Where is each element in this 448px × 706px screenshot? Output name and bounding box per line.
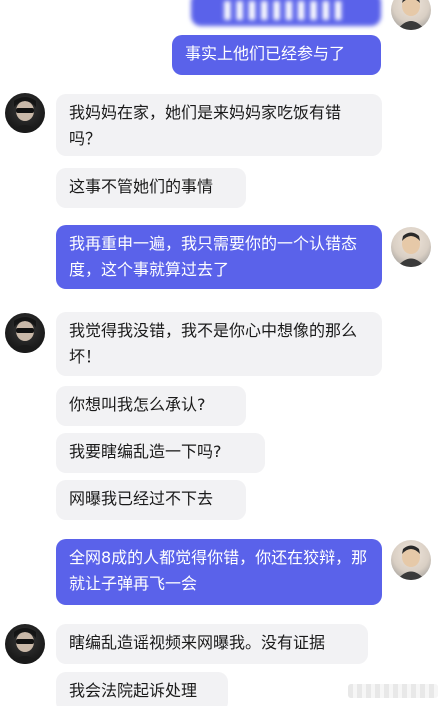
- user-avatar-sunglasses-icon: [10, 97, 40, 133]
- sender-avatar[interactable]: [391, 0, 431, 30]
- receiver-avatar[interactable]: [5, 624, 45, 664]
- message-bubble-outgoing[interactable]: 事实上他们已经参与了: [172, 35, 381, 75]
- message-bubble-incoming[interactable]: 我会法院起诉处理: [56, 672, 228, 706]
- message-bubble-incoming[interactable]: 我妈妈在家，她们是来妈妈家吃饭有错吗？: [56, 94, 382, 156]
- sender-avatar[interactable]: [391, 540, 431, 580]
- user-avatar-sunglasses-icon: [10, 628, 40, 664]
- message-bubble-incoming[interactable]: 这事不管她们的事情: [56, 168, 246, 208]
- message-bubble-outgoing[interactable]: 我再重申一遍，我只需要你的一个认错态度，这个事就算过去了: [56, 225, 382, 289]
- message-bubble-incoming[interactable]: 你想叫我怎么承认?: [56, 386, 246, 426]
- message-bubble-incoming[interactable]: 我要瞎编乱造一下吗?: [56, 433, 265, 473]
- receiver-avatar[interactable]: [5, 93, 45, 133]
- user-avatar-man-icon: [397, 232, 425, 267]
- sender-avatar[interactable]: [391, 227, 431, 267]
- watermark: [348, 684, 438, 698]
- message-bubble-incoming[interactable]: 瞎编乱造谣视频来网曝我。没有证据: [56, 624, 368, 664]
- message-bubble-incoming[interactable]: 网曝我已经过不下去: [56, 480, 246, 520]
- message-bubble-incoming[interactable]: 我觉得我没错，我不是你心中想像的那么坏！: [56, 312, 382, 376]
- user-avatar-man-icon: [397, 0, 425, 30]
- user-avatar-sunglasses-icon: [10, 317, 40, 353]
- message-bubble-outgoing[interactable]: ▌▌▌▌▌▌▌▌▌▌: [191, 0, 381, 26]
- user-avatar-man-icon: [397, 545, 425, 580]
- message-bubble-outgoing[interactable]: 全网8成的人都觉得你错，你还在狡辩，那就让子弹再飞一会: [56, 539, 382, 605]
- receiver-avatar[interactable]: [5, 313, 45, 353]
